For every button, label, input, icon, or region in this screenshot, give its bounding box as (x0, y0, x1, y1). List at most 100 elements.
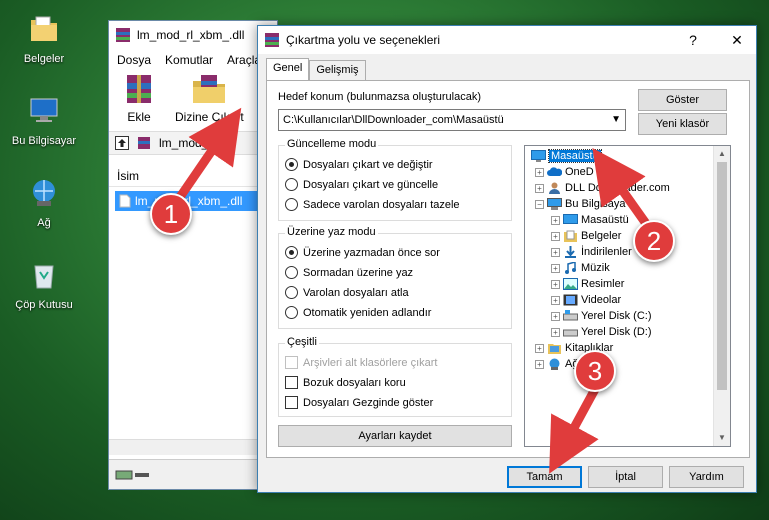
menu-item-tools[interactable]: Araçla (227, 53, 261, 67)
save-settings-button[interactable]: Ayarları kaydet (278, 425, 512, 447)
tree-item-drive-d[interactable]: + Yerel Disk (D:) (551, 326, 652, 338)
desktop-icon-network[interactable]: Ağ (4, 176, 84, 229)
drive-key-icon (115, 470, 149, 479)
step-badge-2: 2 (633, 220, 675, 262)
checkbox[interactable] (285, 376, 298, 389)
step-badge-3: 3 (574, 350, 616, 392)
step-badge-1: 1 (150, 193, 192, 235)
show-button[interactable]: Göster (638, 89, 727, 111)
tree-item-onedrive[interactable]: + OneD (535, 166, 594, 178)
misc-option-show-in-explorer[interactable]: Dosyaları Gezginde göster (285, 396, 433, 409)
tree-item-pictures[interactable]: + Resimler (551, 278, 624, 290)
scroll-down-icon[interactable]: ▼ (714, 430, 730, 446)
expand-icon[interactable]: + (535, 359, 544, 369)
tree-item-label: Yerel Disk (D:) (581, 326, 652, 338)
expand-icon[interactable]: + (551, 279, 560, 289)
checkbox[interactable] (285, 396, 298, 409)
network-icon (549, 358, 560, 370)
radio-unchecked[interactable] (285, 198, 298, 211)
option-label: Arşivleri alt klasörlere çıkart (303, 356, 438, 369)
expand-icon[interactable]: + (535, 167, 544, 177)
radio-unchecked[interactable] (285, 178, 298, 191)
tree-item-this-pc[interactable]: − Bu Bilgisaya (535, 198, 626, 210)
new-folder-button[interactable]: Yeni klasör (638, 113, 727, 135)
tree-item-user[interactable]: + DLL Downloader.com (535, 182, 670, 194)
update-mode-option-freshen[interactable]: Sadece varolan dosyaları tazele (285, 198, 460, 211)
tree-item-label: DLL Downloader.com (565, 182, 670, 194)
folder-tree[interactable]: Masaüstü + OneD + DLL Downloader.com − B… (524, 145, 731, 447)
radio-checked[interactable] (285, 158, 298, 171)
radio-unchecked[interactable] (285, 306, 298, 319)
menu-item-file[interactable]: Dosya (117, 53, 151, 67)
misc-option-keep-broken[interactable]: Bozuk dosyaları koru (285, 376, 406, 389)
tree-vertical-scrollbar[interactable]: ▲ ▼ (713, 146, 730, 446)
tree-item-drive-c[interactable]: + Yerel Disk (C:) (551, 310, 652, 322)
tree-item-label: Yerel Disk (C:) (581, 310, 652, 322)
music-icon (565, 262, 576, 274)
up-folder-icon[interactable] (115, 136, 129, 150)
radio-checked[interactable] (285, 246, 298, 259)
file-row[interactable]: lm_mod_rl_xbm_.dll (115, 191, 271, 211)
overwrite-mode-title: Üzerine yaz modu (285, 226, 378, 238)
archive-small-icon (138, 137, 150, 149)
collapse-icon[interactable]: − (535, 199, 544, 209)
overwrite-option-rename[interactable]: Otomatik yeniden adlandır (285, 306, 431, 319)
update-mode-option-replace[interactable]: Dosyaları çıkart ve değiştir (285, 158, 433, 171)
cancel-button[interactable]: İptal (588, 466, 663, 488)
winrar-title: lm_mod_rl_xbm_.dll (137, 28, 245, 42)
expand-icon[interactable]: + (551, 327, 560, 337)
desktop-icon-documents[interactable]: Belgeler (4, 12, 84, 65)
extract-to-button[interactable]: Dizine Çıkart (175, 73, 244, 124)
tree-item-downloads[interactable]: + İndirilenler (551, 246, 632, 258)
tree-item-desktop[interactable]: Masaüstü (531, 149, 602, 163)
expand-icon[interactable]: + (535, 183, 544, 193)
tree-item-network[interactable]: + Ağ (535, 358, 578, 370)
expand-icon[interactable]: + (551, 311, 560, 321)
tree-item-videos[interactable]: + Videolar (551, 294, 621, 306)
winrar-horizontal-scrollbar[interactable] (109, 439, 277, 455)
tab-advanced[interactable]: Gelişmiş (309, 60, 366, 80)
winrar-statusbar (109, 459, 277, 489)
destination-label: Hedef konum (bulunmazsa oluşturulacak) (278, 91, 481, 103)
overwrite-option-ask[interactable]: Üzerine yazmadan önce sor (285, 246, 440, 259)
tree-item-music[interactable]: + Müzik (551, 262, 610, 274)
help-button[interactable]: Yardım (669, 466, 744, 488)
overwrite-option-without-prompt[interactable]: Sormadan üzerine yaz (285, 266, 413, 279)
expand-icon[interactable]: + (551, 215, 560, 225)
radio-unchecked[interactable] (285, 286, 298, 299)
downloads-icon (565, 246, 576, 258)
winrar-address-bar[interactable]: lm_mod_rl_ (109, 131, 277, 155)
radio-unchecked[interactable] (285, 266, 298, 279)
general-tab-panel: Hedef konum (bulunmazsa oluşturulacak) C… (266, 80, 750, 458)
desktop-icon-label: Bu Bilgisayar (11, 135, 77, 147)
dialog-titlebar[interactable]: Çıkartma yolu ve seçenekleri ? ✕ (258, 26, 756, 54)
close-button[interactable]: ✕ (718, 26, 756, 54)
tree-item-pc-desktop[interactable]: + Masaüstü (551, 214, 629, 226)
tree-item-documents[interactable]: + Belgeler (551, 230, 621, 242)
desktop-icon-computer[interactable]: Bu Bilgisayar (4, 94, 84, 147)
tree-item-label: Belgeler (581, 230, 622, 242)
overwrite-option-skip[interactable]: Varolan dosyaları atla (285, 286, 409, 299)
videos-icon (563, 294, 578, 306)
add-button[interactable]: Ekle (119, 73, 159, 124)
chevron-down-icon[interactable]: ▼ (611, 114, 621, 125)
expand-icon[interactable]: + (535, 343, 544, 353)
help-title-button[interactable]: ? (674, 26, 712, 54)
expand-icon[interactable]: + (551, 231, 560, 241)
expand-icon[interactable]: + (551, 295, 560, 305)
winrar-titlebar[interactable]: lm_mod_rl_xbm_.dll (109, 21, 277, 49)
desktop-icon-label: Belgeler (23, 53, 65, 65)
scrollbar-thumb[interactable] (717, 162, 727, 390)
menu-item-commands[interactable]: Komutlar (165, 53, 213, 67)
expand-icon[interactable]: + (551, 263, 560, 273)
update-mode-option-update[interactable]: Dosyaları çıkart ve güncelle (285, 178, 438, 191)
scroll-up-icon[interactable]: ▲ (714, 146, 730, 162)
ok-button[interactable]: Tamam (507, 466, 582, 488)
desktop-icon-recycle-bin[interactable]: Çöp Kutusu (4, 258, 84, 311)
expand-icon[interactable]: + (551, 247, 560, 257)
column-header-name[interactable]: İsim (109, 165, 277, 187)
tab-general[interactable]: Genel (266, 58, 310, 80)
desktop-folder-icon (531, 150, 546, 162)
destination-path-combobox[interactable]: C:\Kullanıcılar\DllDownloader_com\Masaüs… (278, 109, 626, 131)
tree-item-label: Videolar (581, 294, 622, 306)
